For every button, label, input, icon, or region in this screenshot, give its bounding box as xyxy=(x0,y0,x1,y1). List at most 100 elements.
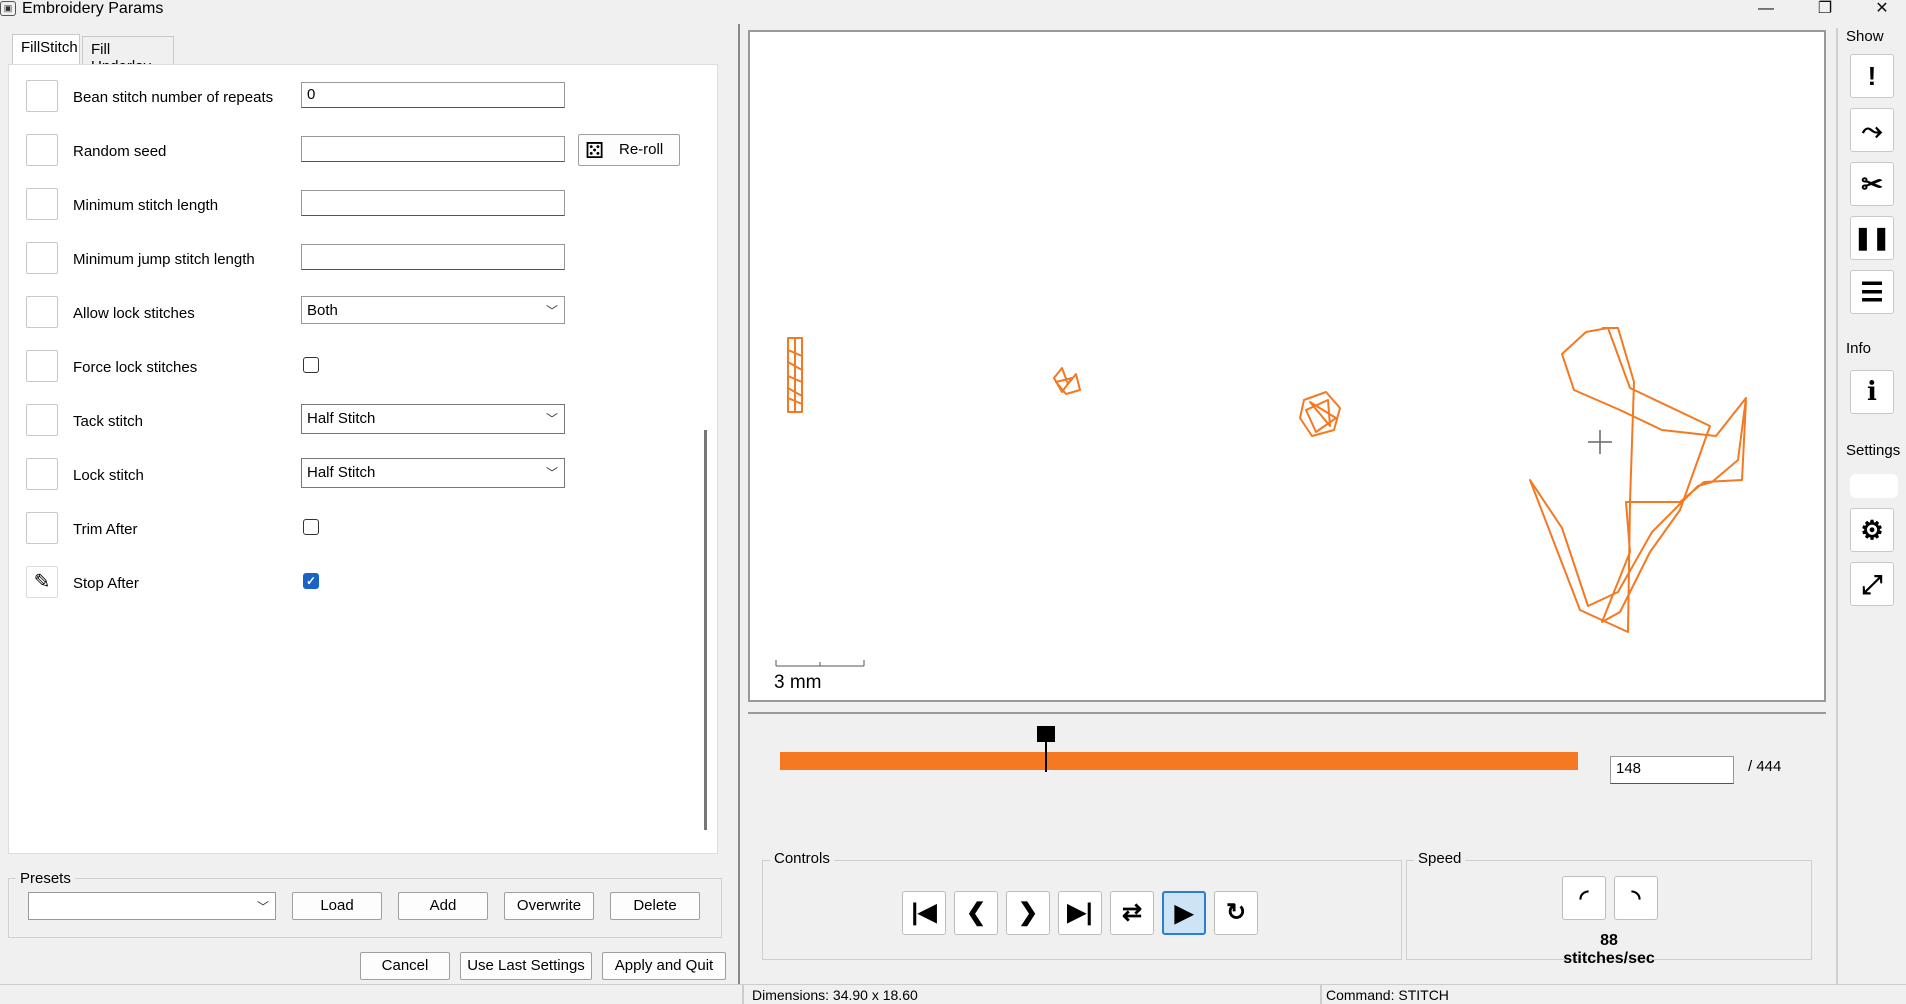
allow-lock-select[interactable]: Both ﹀ xyxy=(301,296,565,324)
scale-bar xyxy=(775,660,865,667)
skip-back-icon: |◀ xyxy=(911,899,937,926)
stop-label: Stop After xyxy=(73,575,139,592)
force-lock-enable-check[interactable] xyxy=(26,350,58,382)
stitch-progress-track[interactable] xyxy=(780,752,1578,770)
bean-input[interactable]: 0 xyxy=(301,82,565,108)
show-color-changes-button[interactable]: ☰ xyxy=(1850,270,1894,314)
next-stitch-button[interactable]: ❯ xyxy=(1006,891,1050,935)
bean-enable-check[interactable] xyxy=(26,80,58,112)
first-stitch-button[interactable]: |◀ xyxy=(902,891,946,935)
chevron-left-icon: ❮ xyxy=(965,899,987,926)
chevron-down-icon: ﹀ xyxy=(545,466,558,480)
minimize-button[interactable]: — xyxy=(1746,0,1786,20)
min-jump-input[interactable] xyxy=(301,244,565,270)
speed-up-icon: ◝ xyxy=(1631,885,1641,910)
error-marker-icon: ! xyxy=(1867,61,1877,91)
allow-lock-enable-check[interactable] xyxy=(26,296,58,328)
trim-checkbox[interactable] xyxy=(303,519,319,535)
min-stitch-enable-check[interactable] xyxy=(26,188,58,220)
direction-button[interactable]: ⇄ xyxy=(1110,891,1154,935)
trim-enable-check[interactable] xyxy=(26,512,58,544)
play-icon: ▶ xyxy=(1174,900,1194,927)
load-preset-button[interactable]: Load xyxy=(292,892,382,920)
play-button[interactable]: ▶ xyxy=(1162,891,1206,935)
last-stitch-button[interactable]: ▶| xyxy=(1058,891,1102,935)
panel-scrollbar[interactable] xyxy=(704,430,707,830)
title-bar: ▣ Embroidery Params — ❐ ✕ xyxy=(0,0,1906,18)
slower-button[interactable]: ◜ xyxy=(1562,876,1606,920)
color-change-icon: ☰ xyxy=(1860,277,1884,307)
stop-checkbox[interactable]: ✓ xyxy=(303,573,319,589)
tab-fill-underlay[interactable]: Fill Underlay xyxy=(82,36,174,75)
show-trims-button[interactable]: ✂ xyxy=(1850,162,1894,206)
reroll-label: Re-roll xyxy=(619,141,664,158)
dice-icon: ⚄ xyxy=(585,138,605,163)
restart-button[interactable]: ↻ xyxy=(1214,891,1258,935)
min-jump-enable-check[interactable] xyxy=(26,242,58,274)
faster-button[interactable]: ◝ xyxy=(1614,876,1658,920)
reroll-button[interactable]: ⚄ Re-roll xyxy=(578,134,680,166)
apply-and-quit-button[interactable]: Apply and Quit xyxy=(602,952,726,980)
settings-title: Settings xyxy=(1846,442,1901,459)
stop-enable-check[interactable]: ✎ xyxy=(26,566,58,598)
allow-lock-value: Both xyxy=(307,302,338,319)
prev-stitch-button[interactable]: ❮ xyxy=(954,891,998,935)
speed-down-icon: ◜ xyxy=(1579,885,1589,910)
stitch-canvas[interactable]: 3 mm xyxy=(748,30,1826,702)
lock-value: Half Stitch xyxy=(307,464,376,481)
stitch-shape-2 xyxy=(1053,367,1081,395)
chevron-down-icon: ﹀ xyxy=(545,412,558,426)
show-errors-button[interactable]: ! xyxy=(1850,54,1894,98)
force-lock-checkbox[interactable] xyxy=(303,357,319,373)
chevron-down-icon: ﹀ xyxy=(256,900,269,914)
tack-value: Half Stitch xyxy=(307,410,376,427)
pause-icon: ❚❚ xyxy=(1853,225,1891,250)
tack-select[interactable]: Half Stitch ﹀ xyxy=(301,404,565,434)
settings-blank-button[interactable] xyxy=(1850,474,1898,498)
pencil-icon: ✎ xyxy=(33,571,51,593)
show-title: Show xyxy=(1846,28,1884,45)
close-button[interactable]: ✕ xyxy=(1862,0,1902,20)
speed-title: Speed xyxy=(1414,850,1466,867)
tab-fillstitch[interactable]: FillStitch xyxy=(12,34,80,64)
gear-icon: ⚙ xyxy=(1860,515,1884,545)
stitch-shape-3 xyxy=(1299,391,1341,437)
stitch-shape-4 xyxy=(1529,327,1747,633)
add-preset-button[interactable]: Add xyxy=(398,892,488,920)
info-button[interactable]: i xyxy=(1850,370,1894,414)
lock-label: Lock stitch xyxy=(73,467,144,484)
refresh-icon: ↻ xyxy=(1225,899,1247,926)
cancel-button[interactable]: Cancel xyxy=(360,952,450,980)
presets-title: Presets xyxy=(16,870,75,887)
pane-divider[interactable] xyxy=(738,24,740,984)
seed-enable-check[interactable] xyxy=(26,134,58,166)
scale-label: 3 mm xyxy=(774,672,822,693)
chevron-down-icon: ﹀ xyxy=(545,304,558,318)
min-jump-label: Minimum jump stitch length xyxy=(73,251,255,268)
lock-enable-check[interactable] xyxy=(26,458,58,490)
speed-value: 88 stitches/sec xyxy=(1563,932,1655,967)
min-stitch-input[interactable] xyxy=(301,190,565,216)
stitch-drawing xyxy=(775,327,1747,667)
info-title: Info xyxy=(1846,340,1872,357)
show-stops-button[interactable]: ❚❚ xyxy=(1850,216,1894,260)
restore-button[interactable]: ❐ xyxy=(1805,0,1845,20)
preset-select[interactable]: ﹀ xyxy=(28,892,276,920)
chevron-right-icon: ❯ xyxy=(1017,899,1039,926)
tack-enable-check[interactable] xyxy=(26,404,58,436)
expand-button[interactable]: ⤢ xyxy=(1850,562,1894,606)
dimensions-status: Dimensions: 34.90 x 18.60 xyxy=(752,987,918,1003)
current-stitch-input[interactable]: 148 xyxy=(1610,756,1734,784)
show-jumps-button[interactable]: ⤳ xyxy=(1850,108,1894,152)
window-title: Embroidery Params xyxy=(22,0,164,17)
stitch-slider-handle[interactable] xyxy=(1036,726,1055,772)
lock-select[interactable]: Half Stitch ﹀ xyxy=(301,458,565,488)
jump-icon: ⤳ xyxy=(1861,115,1883,145)
overwrite-preset-button[interactable]: Overwrite xyxy=(504,892,594,920)
bean-label: Bean stitch number of repeats xyxy=(73,89,274,106)
settings-button[interactable]: ⚙ xyxy=(1850,508,1894,552)
use-last-settings-button[interactable]: Use Last Settings xyxy=(460,952,592,980)
app-icon: ▣ xyxy=(0,1,16,16)
delete-preset-button[interactable]: Delete xyxy=(610,892,700,920)
seed-input[interactable] xyxy=(301,136,565,162)
